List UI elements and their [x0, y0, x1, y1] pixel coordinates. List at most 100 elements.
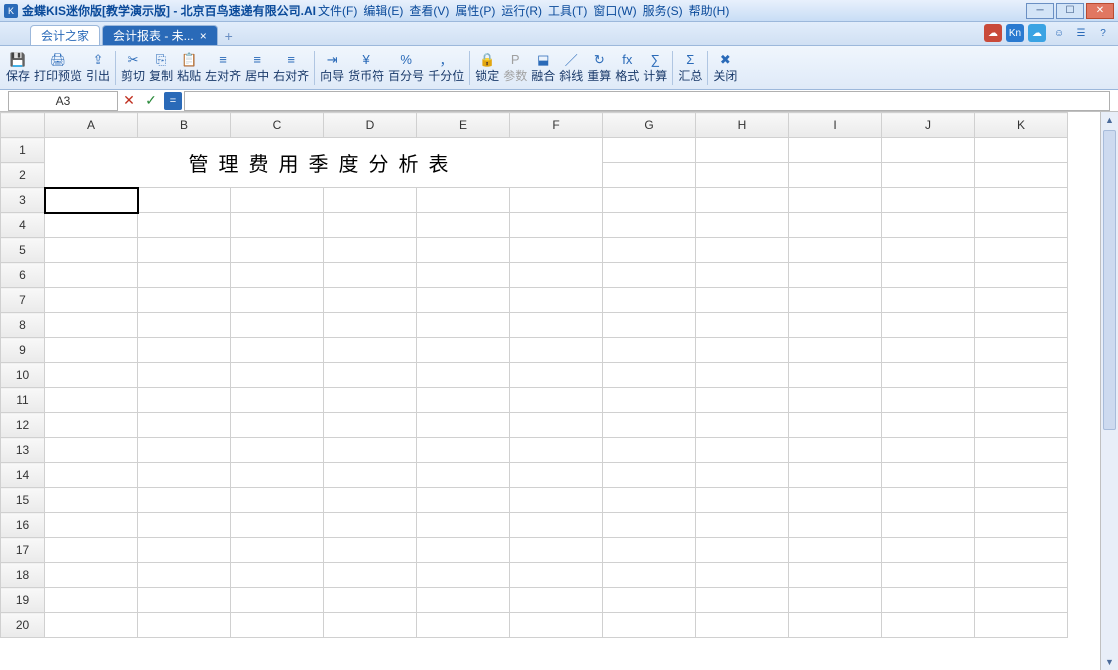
- cell[interactable]: [324, 388, 417, 413]
- cell[interactable]: [45, 288, 138, 313]
- cell[interactable]: [417, 213, 510, 238]
- compute-button[interactable]: ∑计算: [641, 51, 669, 85]
- cell[interactable]: [45, 213, 138, 238]
- cell[interactable]: [45, 363, 138, 388]
- cell[interactable]: [510, 488, 603, 513]
- close-button[interactable]: ✕: [1086, 3, 1114, 19]
- tray-menu-icon[interactable]: ☰: [1072, 24, 1090, 42]
- column-header[interactable]: D: [324, 113, 417, 138]
- cell[interactable]: [789, 338, 882, 363]
- cell[interactable]: [231, 188, 324, 213]
- cell[interactable]: [231, 338, 324, 363]
- cell[interactable]: [231, 263, 324, 288]
- cell[interactable]: [603, 488, 696, 513]
- cell[interactable]: [231, 538, 324, 563]
- cell[interactable]: [231, 588, 324, 613]
- cell[interactable]: [510, 238, 603, 263]
- cell[interactable]: [975, 338, 1068, 363]
- cell[interactable]: [975, 363, 1068, 388]
- cell[interactable]: [975, 213, 1068, 238]
- cell[interactable]: [45, 538, 138, 563]
- cell[interactable]: [789, 513, 882, 538]
- cell[interactable]: [417, 363, 510, 388]
- cell[interactable]: [882, 163, 975, 188]
- row-header[interactable]: 19: [1, 588, 45, 613]
- cell[interactable]: [789, 463, 882, 488]
- params-button[interactable]: P参数: [501, 51, 529, 85]
- cell[interactable]: [696, 413, 789, 438]
- align-right-button[interactable]: ≡右对齐: [271, 51, 311, 85]
- row-header[interactable]: 4: [1, 213, 45, 238]
- cell[interactable]: [138, 313, 231, 338]
- cell[interactable]: [975, 238, 1068, 263]
- cell[interactable]: [882, 313, 975, 338]
- cell[interactable]: [231, 413, 324, 438]
- tab-report[interactable]: 会计报表 - 未...×: [102, 25, 218, 45]
- cell[interactable]: [45, 388, 138, 413]
- cell[interactable]: [510, 188, 603, 213]
- row-header[interactable]: 16: [1, 513, 45, 538]
- cell[interactable]: [417, 488, 510, 513]
- cell[interactable]: [417, 313, 510, 338]
- cell[interactable]: [789, 413, 882, 438]
- row-header[interactable]: 17: [1, 538, 45, 563]
- cell[interactable]: [789, 313, 882, 338]
- cell[interactable]: [696, 313, 789, 338]
- cell[interactable]: [603, 238, 696, 263]
- cell[interactable]: [882, 588, 975, 613]
- cell[interactable]: [138, 288, 231, 313]
- export-button[interactable]: ⇪引出: [84, 51, 112, 85]
- column-header[interactable]: A: [45, 113, 138, 138]
- cell[interactable]: [975, 313, 1068, 338]
- cell[interactable]: [45, 513, 138, 538]
- cell[interactable]: [603, 538, 696, 563]
- cell[interactable]: [510, 463, 603, 488]
- menu-window[interactable]: 窗口(W): [593, 2, 636, 19]
- copy-button[interactable]: ⎘复制: [147, 51, 175, 85]
- cell[interactable]: [789, 188, 882, 213]
- cell[interactable]: [882, 463, 975, 488]
- corner-cell[interactable]: [1, 113, 45, 138]
- cell[interactable]: [975, 438, 1068, 463]
- cell[interactable]: [789, 263, 882, 288]
- row-header[interactable]: 18: [1, 563, 45, 588]
- cell[interactable]: [789, 538, 882, 563]
- cut-button[interactable]: ✂剪切: [119, 51, 147, 85]
- tab-add-button[interactable]: +: [220, 27, 238, 45]
- cell[interactable]: [696, 288, 789, 313]
- cell[interactable]: [138, 188, 231, 213]
- cell[interactable]: [138, 563, 231, 588]
- spreadsheet-grid[interactable]: ABCDEFGHIJK1管理费用季度分析表2345678910111213141…: [0, 112, 1068, 638]
- cell[interactable]: [603, 513, 696, 538]
- menu-view[interactable]: 查看(V): [409, 2, 449, 19]
- cell[interactable]: [45, 238, 138, 263]
- cell[interactable]: [417, 238, 510, 263]
- cell[interactable]: [417, 338, 510, 363]
- cell[interactable]: [789, 238, 882, 263]
- cell[interactable]: [231, 513, 324, 538]
- cell[interactable]: [45, 188, 138, 213]
- cell[interactable]: [510, 288, 603, 313]
- cell[interactable]: [882, 413, 975, 438]
- column-header[interactable]: B: [138, 113, 231, 138]
- paste-button[interactable]: 📋粘贴: [175, 51, 203, 85]
- cell[interactable]: [882, 238, 975, 263]
- cell[interactable]: [882, 388, 975, 413]
- cell[interactable]: [603, 338, 696, 363]
- cell[interactable]: [603, 213, 696, 238]
- cell[interactable]: [45, 313, 138, 338]
- summary-button[interactable]: Σ汇总: [676, 51, 704, 85]
- column-header[interactable]: F: [510, 113, 603, 138]
- cell[interactable]: [138, 363, 231, 388]
- cell[interactable]: [603, 363, 696, 388]
- cell[interactable]: [510, 538, 603, 563]
- cell[interactable]: [882, 563, 975, 588]
- cell[interactable]: [789, 163, 882, 188]
- cell[interactable]: [417, 563, 510, 588]
- column-header[interactable]: J: [882, 113, 975, 138]
- cell[interactable]: [138, 413, 231, 438]
- row-header[interactable]: 10: [1, 363, 45, 388]
- cell[interactable]: [975, 163, 1068, 188]
- cell[interactable]: [45, 413, 138, 438]
- cell[interactable]: [696, 363, 789, 388]
